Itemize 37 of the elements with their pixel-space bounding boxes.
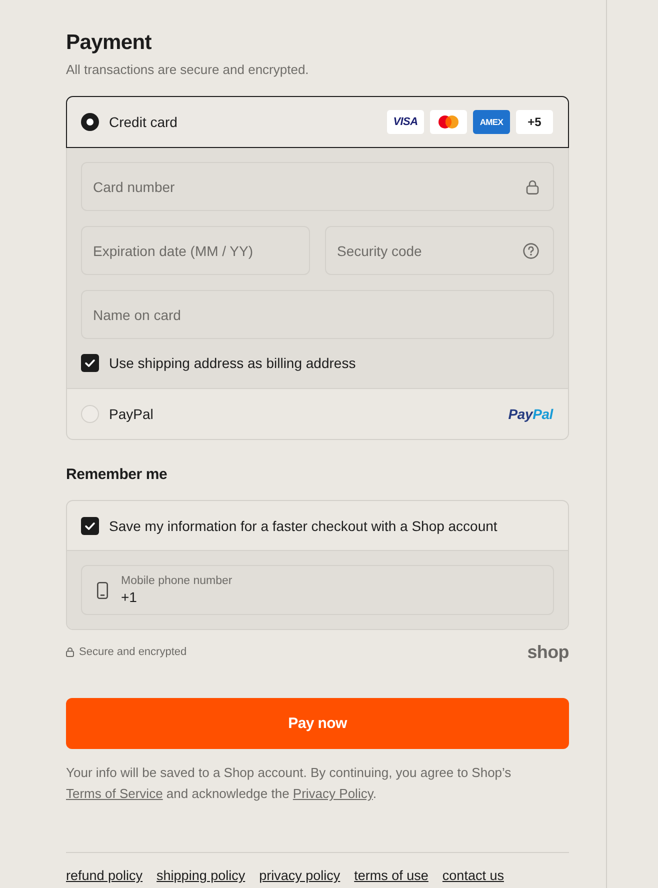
security-note: Secure and encrypted bbox=[79, 646, 187, 658]
amex-logo: AMEX bbox=[473, 110, 510, 134]
option-label: Credit card bbox=[109, 113, 178, 131]
radio-button[interactable] bbox=[81, 113, 99, 131]
checkbox-label: Save my information for a faster checkout with a Shop account bbox=[109, 516, 498, 534]
checkbox-label: Use shipping address as billing address bbox=[109, 354, 356, 372]
lock-icon bbox=[66, 647, 74, 657]
more-cards-badge: +5 bbox=[516, 110, 553, 134]
disclaimer-text: Your info will be saved to a Shop account. By continuing, you agree to Shop’s Terms of Service and acknowledge the Privacy Policy. bbox=[66, 764, 512, 803]
footer-link[interactable]: shipping policy bbox=[156, 867, 246, 885]
mastercard-icon bbox=[430, 110, 467, 134]
footer-link[interactable]: refund policy bbox=[66, 867, 143, 885]
security-code-field[interactable]: Security code bbox=[325, 226, 554, 275]
policy-link[interactable]: Privacy Policy bbox=[292, 786, 373, 801]
policy-link[interactable]: Terms of Service bbox=[66, 786, 163, 801]
paypal-logo: PayPal bbox=[508, 406, 553, 422]
payment-option[interactable]: Credit card VISA AMEX +5 bbox=[66, 96, 569, 148]
footer-link[interactable]: contact us bbox=[442, 867, 504, 885]
shop-logo: shop bbox=[527, 641, 569, 663]
option-label: PayPal bbox=[109, 405, 154, 423]
section-title: Remember me bbox=[66, 465, 168, 485]
payment-option[interactable]: PayPal PayPal bbox=[66, 389, 569, 440]
footer-link[interactable]: terms of use bbox=[354, 867, 428, 885]
radio-button[interactable] bbox=[81, 405, 99, 423]
footer-link[interactable]: privacy policy bbox=[259, 867, 340, 885]
checkbox[interactable] bbox=[81, 354, 99, 372]
phone-field[interactable]: Mobile phone number +1 bbox=[81, 565, 554, 615]
help-icon[interactable] bbox=[523, 242, 539, 258]
visa-logo: VISA bbox=[387, 110, 424, 134]
expiration-date-field[interactable]: Expiration date (MM / YY) bbox=[81, 226, 310, 275]
page-title: Payment bbox=[66, 30, 152, 56]
checkbox[interactable] bbox=[81, 516, 99, 534]
name-on-card-field[interactable]: Name on card bbox=[81, 290, 554, 339]
phone-icon bbox=[97, 582, 108, 598]
lock-icon bbox=[526, 179, 539, 194]
card-number-field[interactable]: Card number bbox=[81, 162, 554, 211]
subtitle-text: All transactions are secure and encrypted. bbox=[66, 61, 309, 79]
